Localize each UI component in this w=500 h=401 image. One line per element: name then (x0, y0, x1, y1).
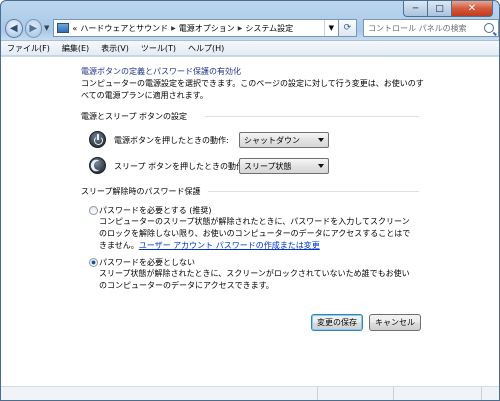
status-bar (1, 386, 499, 400)
menu-tools[interactable]: ツール(T) (141, 43, 176, 54)
no-password-label[interactable]: パスワードを必要としない (99, 257, 195, 268)
address-dropdown-chevron-icon[interactable]: ▼ (323, 20, 338, 36)
page-description: コンピューターの電源設定を選択できます。このページの設定に対して行う変更は、お使… (81, 79, 424, 100)
power-button-action-select[interactable]: シャットダウン (239, 132, 329, 148)
content-pane: 電源ボタンの定義とパスワード保護の有効化 コンピューターの電源設定を選択できます… (1, 57, 499, 400)
minimize-button[interactable]: ─ (403, 1, 427, 17)
require-password-label[interactable]: パスワードを必要とする (推奨) (99, 205, 212, 216)
create-change-password-link[interactable]: ユーザー アカウント パスワードの作成または変更 (139, 241, 320, 250)
require-password-radio[interactable] (89, 206, 98, 215)
breadcrumb-separator-icon[interactable]: ▶ (238, 25, 243, 32)
search-input[interactable]: コントロール パネルの検索 (363, 19, 499, 37)
chevron-down-icon (318, 138, 324, 142)
sleep-button-icon (89, 157, 106, 174)
power-button-label: 電源ボタンを押したときの動作: (114, 136, 229, 145)
status-bar-divider (481, 387, 482, 400)
no-password-description: スリープ状態が解除されたときに、スクリーンがロックされていないため誰でもお使いの… (99, 269, 410, 290)
navigation-bar: ◀ ▶ ▼ « ハードウェアとサウンド ▶ 電源オプション ▶ システム設定 ▼… (1, 17, 499, 39)
sleep-button-action-select[interactable]: スリープ状態 (239, 158, 329, 174)
menu-help[interactable]: ヘルプ(H) (188, 43, 224, 54)
power-button-action-value: シャットダウン (244, 135, 300, 145)
refresh-icon[interactable]: ⟳ (338, 19, 358, 37)
menu-bar: ファイル(F) 編集(E) 表示(V) ツール(T) ヘルプ(H) (1, 40, 499, 56)
breadcrumb-prefix[interactable]: « (72, 24, 77, 33)
menu-edit[interactable]: 編集(E) (62, 43, 89, 54)
control-panel-icon (57, 23, 70, 33)
caption-buttons: ─ □ ✕ (403, 1, 493, 17)
search-placeholder: コントロール パネルの検索 (368, 23, 467, 33)
page-title: 電源ボタンの定義とパスワード保護の有効化 (81, 67, 241, 76)
status-bar-divider (393, 387, 394, 400)
menu-file[interactable]: ファイル(F) (7, 43, 50, 54)
close-button[interactable]: ✕ (451, 1, 493, 17)
save-changes-button[interactable]: 変更の保存 (311, 314, 363, 331)
status-bar-divider (317, 387, 318, 400)
sleep-button-action-value: スリープ状態 (244, 161, 292, 171)
breadcrumb-power-options[interactable]: 電源オプション (179, 23, 235, 34)
control-panel-window: ─ □ ✕ ◀ ▶ ▼ « ハードウェアとサウンド ▶ 電源オプション ▶ シス… (0, 0, 500, 401)
forward-arrow-icon[interactable]: ▶ (24, 18, 43, 38)
breadcrumb-system-settings[interactable]: システム設定 (245, 23, 293, 34)
power-button-icon (89, 131, 106, 148)
require-password-description: コンピューターのスリープ状態が解除されたときに、パスワードを入力してスクリーンの… (99, 216, 411, 252)
menu-view[interactable]: 表示(V) (101, 43, 129, 54)
breadcrumb-separator-icon[interactable]: ▶ (171, 25, 176, 32)
address-bar[interactable]: « ハードウェアとサウンド ▶ 電源オプション ▶ システム設定 ▼ (53, 19, 339, 37)
no-password-radio[interactable] (89, 258, 98, 267)
chevron-down-icon (318, 164, 324, 168)
back-arrow-icon[interactable]: ◀ (5, 18, 23, 38)
search-icon[interactable] (484, 23, 495, 33)
breadcrumb-hardware-sound[interactable]: ハードウェアとサウンド (80, 23, 168, 34)
power-section-heading: 電源とスリープ ボタンの設定 (81, 112, 188, 121)
password-section-heading: スリープ解除時のパスワード保護 (81, 187, 201, 196)
recent-pages-chevron-icon[interactable]: ▼ (44, 24, 49, 32)
cancel-button[interactable]: キャンセル (369, 314, 421, 331)
sleep-button-label: スリープ ボタンを押したときの動作: (114, 162, 247, 171)
maximize-button[interactable]: □ (427, 1, 451, 17)
section-divider (205, 116, 419, 117)
section-divider (208, 191, 419, 192)
